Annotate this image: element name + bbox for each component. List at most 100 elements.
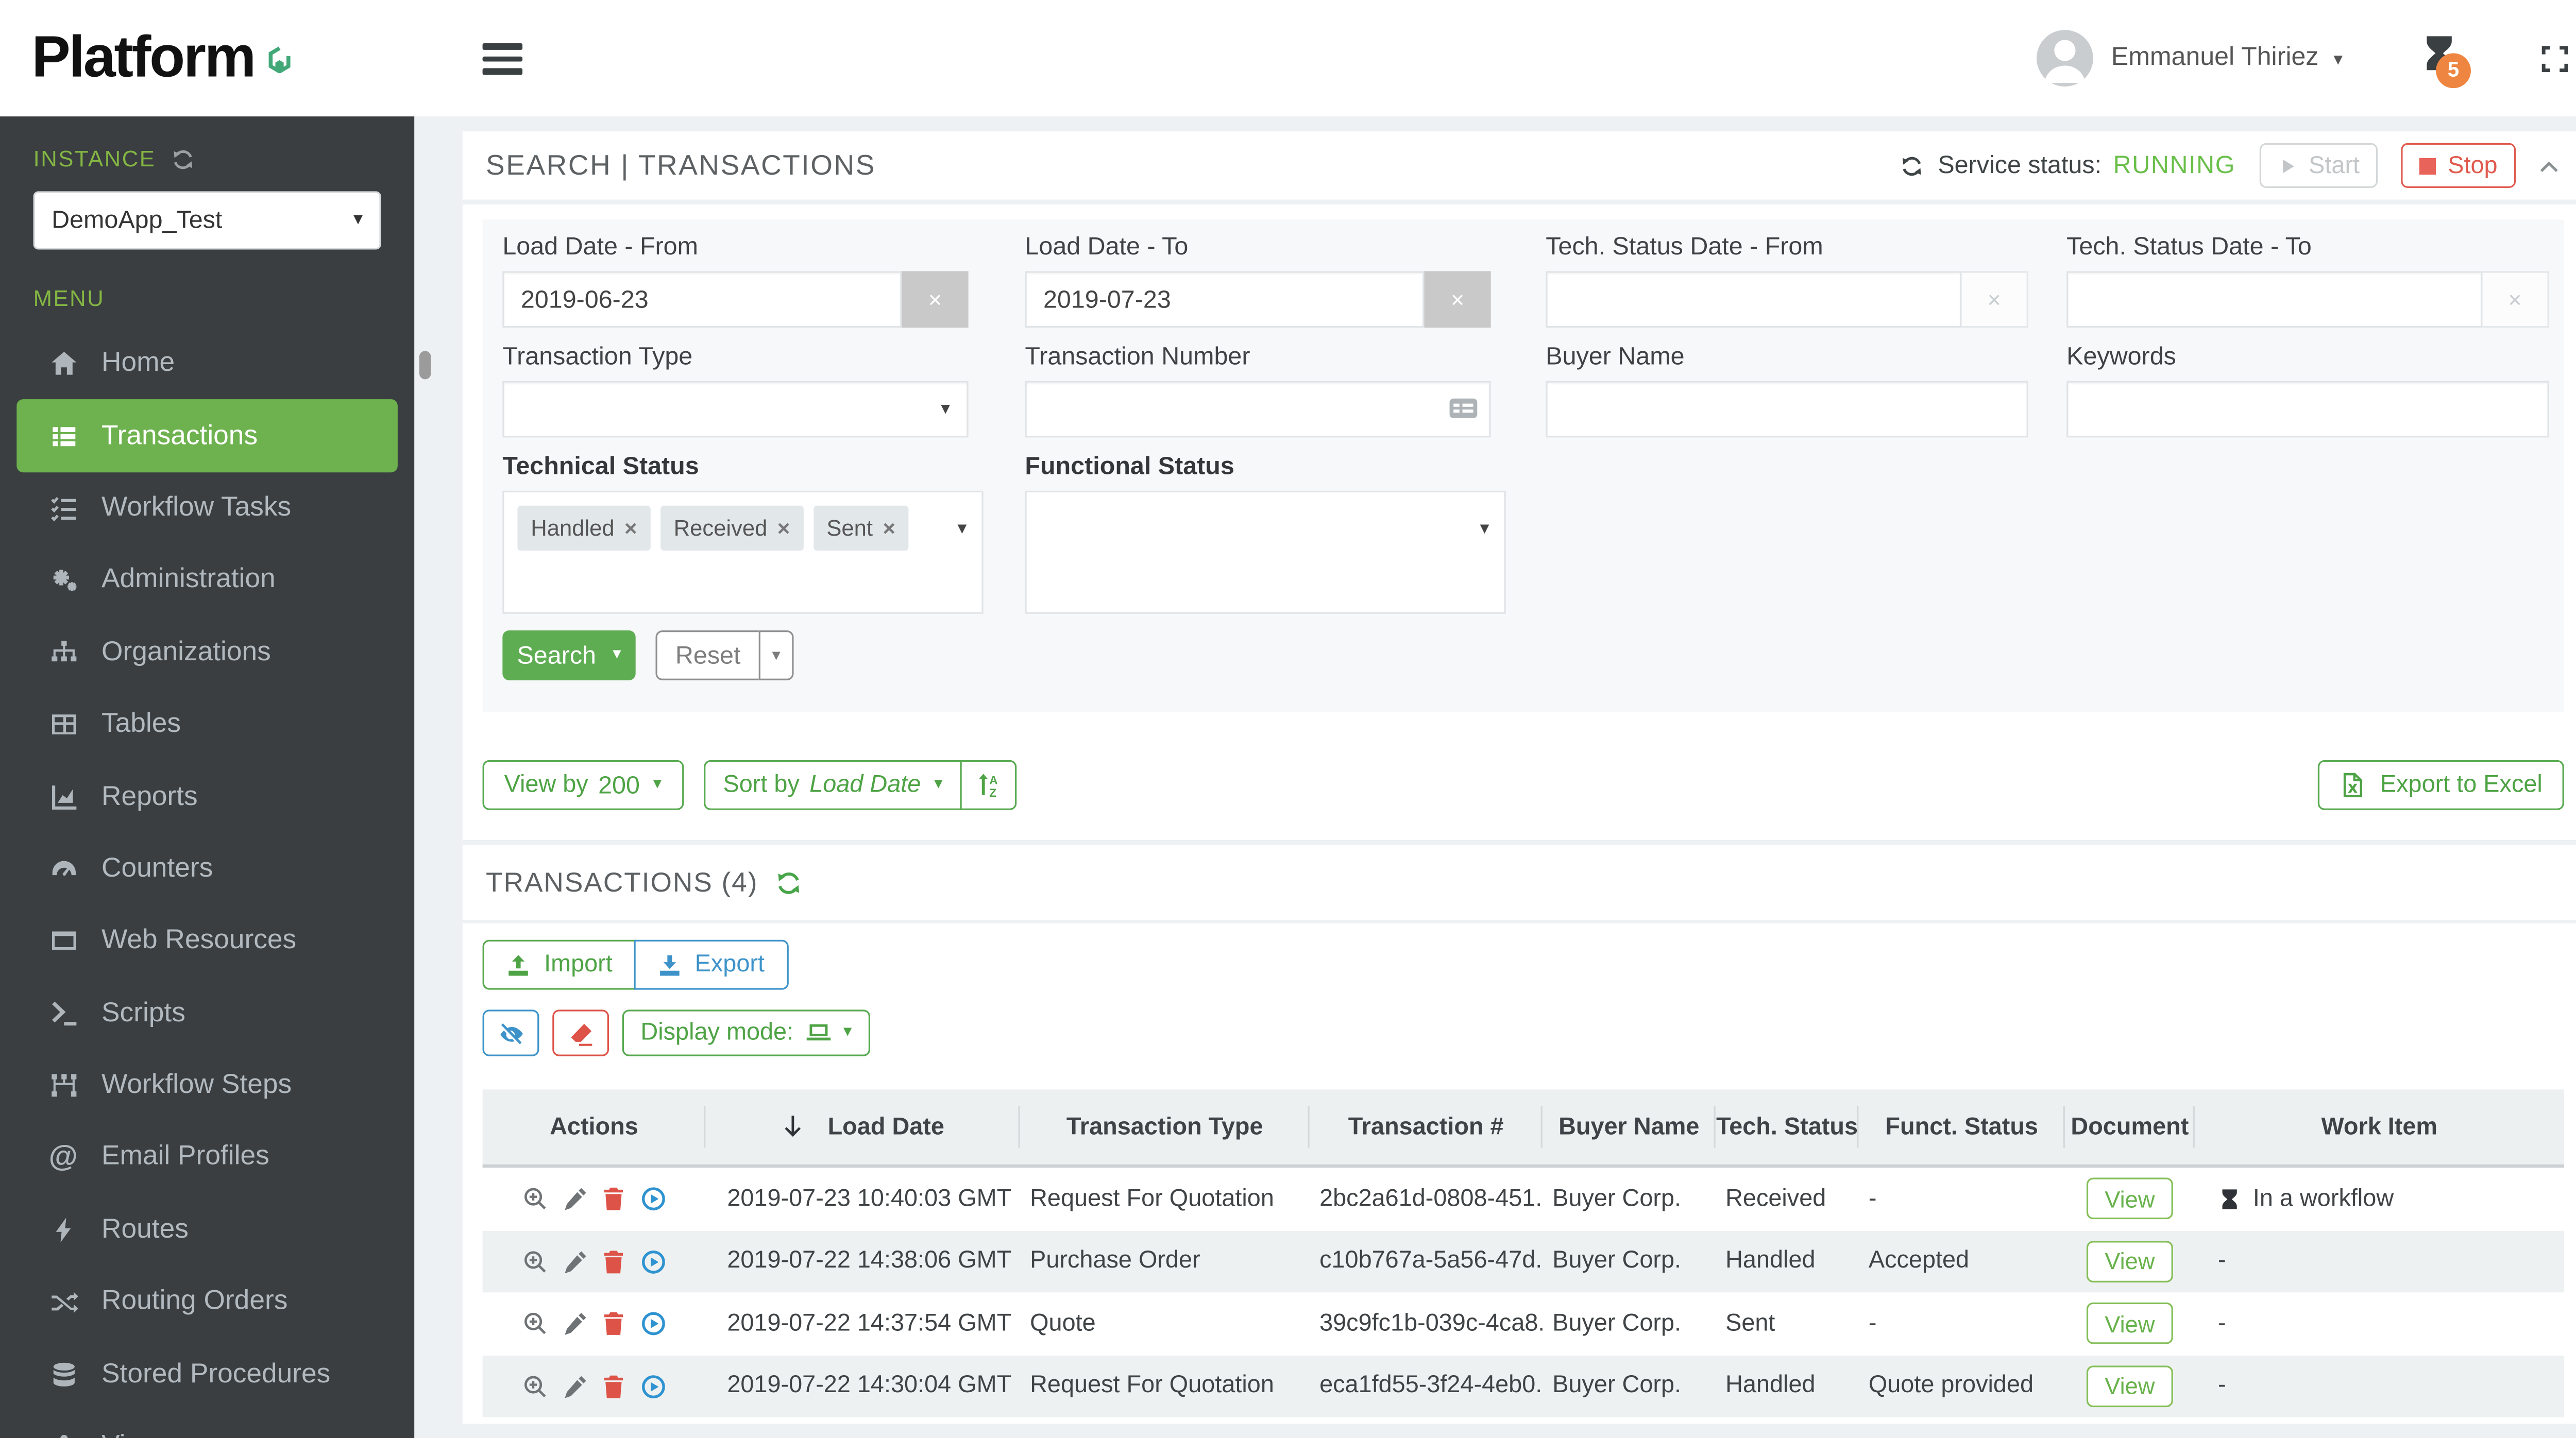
remove-tag-icon[interactable]: × — [624, 516, 637, 540]
sidebar-item-scripts[interactable]: Scripts — [0, 977, 414, 1049]
user-name[interactable]: Emmanuel Thiriez — [2111, 43, 2318, 73]
edit-icon[interactable] — [562, 1311, 587, 1337]
column-header-actions[interactable]: Actions — [483, 1089, 706, 1164]
refresh-results-icon[interactable] — [775, 870, 802, 897]
sort-by-button[interactable]: Sort by Load Date ▾ — [703, 760, 961, 810]
delete-icon[interactable] — [601, 1186, 626, 1212]
view-by-button[interactable]: View by 200 ▾ — [482, 760, 683, 810]
sidebar-item-home[interactable]: Home — [0, 328, 414, 400]
sidebar-item-transactions[interactable]: Transactions — [16, 400, 398, 472]
clear-button[interactable] — [552, 1009, 609, 1056]
run-icon[interactable] — [640, 1311, 666, 1337]
delete-icon[interactable] — [601, 1311, 626, 1337]
export-to-excel-button[interactable]: Export to Excel — [2318, 760, 2564, 810]
transaction-type-select[interactable]: ▾ — [502, 381, 969, 438]
pending-tasks-button[interactable]: 5 — [2419, 32, 2471, 88]
search-button[interactable]: Search ▾ — [502, 630, 636, 680]
view-details-icon[interactable] — [522, 1248, 548, 1274]
functional-status-field: Functional Status ▾ — [1025, 452, 1506, 614]
stop-service-button[interactable]: Stop — [2401, 143, 2516, 188]
delete-icon[interactable] — [601, 1248, 626, 1274]
instance-refresh-icon[interactable] — [171, 147, 194, 170]
sidebar-item-routing-orders[interactable]: Routing Orders — [0, 1266, 414, 1338]
edit-icon[interactable] — [562, 1373, 587, 1399]
sidebar-item-email-profiles[interactable]: @ Email Profiles — [0, 1122, 414, 1194]
view-document-button[interactable]: View — [2086, 1365, 2173, 1407]
transaction-number-list-icon[interactable] — [1448, 392, 1479, 424]
column-header-transaction-[interactable]: Transaction # — [1310, 1089, 1543, 1164]
menu-label: MENU — [33, 286, 105, 311]
sidebar-item-organizations[interactable]: Organizations — [0, 617, 414, 689]
transaction-type-caret-icon: ▾ — [941, 398, 951, 419]
sidebar-item-stored-procedures[interactable]: Stored Procedures — [0, 1338, 414, 1410]
fullscreen-icon[interactable] — [2539, 42, 2570, 74]
column-header-work-item[interactable]: Work Item — [2195, 1089, 2564, 1164]
sidebar-item-administration[interactable]: Administration — [0, 544, 414, 617]
tech-status-date-to-input[interactable] — [2066, 271, 2483, 328]
view-document-button[interactable]: View — [2086, 1178, 2173, 1220]
cell-work-item: In a workflow — [2195, 1186, 2564, 1212]
edit-icon[interactable] — [562, 1186, 587, 1212]
remove-tag-icon[interactable]: × — [883, 516, 895, 540]
import-button[interactable]: Import — [482, 939, 636, 990]
export-button[interactable]: Export — [633, 939, 788, 990]
sidebar-item-workflow-steps[interactable]: Workflow Steps — [0, 1050, 414, 1122]
service-refresh-icon[interactable] — [1900, 154, 1923, 177]
tech-status-date-from-input[interactable] — [1546, 271, 1962, 328]
user-menu-caret-icon[interactable]: ▾ — [2333, 47, 2343, 69]
view-document-button[interactable]: View — [2086, 1240, 2173, 1282]
excel-file-icon — [2340, 772, 2367, 799]
technical-status-select[interactable]: Handled × Received × Sent × ▾ — [502, 490, 984, 614]
run-icon[interactable] — [640, 1186, 666, 1212]
reset-button[interactable]: Reset — [655, 630, 759, 680]
functional-status-select[interactable]: ▾ — [1025, 490, 1506, 614]
instance-select[interactable]: DemoApp_Test ▾ — [33, 191, 381, 250]
column-header-document[interactable]: Document — [2065, 1089, 2195, 1164]
column-header-funct-status[interactable]: Funct. Status — [1858, 1089, 2065, 1164]
tech-status-date-to-clear-button[interactable]: × — [2482, 271, 2549, 328]
run-icon[interactable] — [640, 1248, 666, 1274]
sidebar-item-workflow-tasks[interactable]: Workflow Tasks — [0, 472, 414, 544]
cell-transaction-type: Quote — [1030, 1310, 1096, 1337]
sidebar-item-routes[interactable]: Routes — [0, 1194, 414, 1266]
sort-alpha-icon: AZ — [976, 772, 1003, 798]
sidebar-item-tables[interactable]: Tables — [0, 689, 414, 761]
collapse-panel-icon[interactable] — [2537, 154, 2561, 177]
delete-icon[interactable] — [601, 1373, 626, 1399]
column-header-load-date[interactable]: Load Date — [705, 1089, 1020, 1164]
load-date-to-input[interactable] — [1025, 271, 1425, 328]
load-date-to-clear-button[interactable]: × — [1424, 271, 1491, 328]
sort-direction-button[interactable]: AZ — [960, 760, 1018, 810]
display-mode-button[interactable]: Display mode: ▾ — [622, 1009, 870, 1056]
column-header-buyer-name[interactable]: Buyer Name — [1543, 1089, 1716, 1164]
sidebar-item-reports[interactable]: Reports — [0, 761, 414, 833]
load-date-from-clear-button[interactable]: × — [902, 271, 969, 328]
load-date-from-input[interactable] — [502, 271, 902, 328]
sidebar-item-views[interactable]: Views — [0, 1410, 414, 1438]
tables-icon — [43, 710, 83, 739]
buyer-name-input[interactable] — [1546, 381, 2028, 438]
column-header-transaction-type[interactable]: Transaction Type — [1020, 1089, 1310, 1164]
tech-status-date-from-clear-button[interactable]: × — [1961, 271, 2028, 328]
view-details-icon[interactable] — [522, 1311, 548, 1337]
sidebar-toggle-button[interactable] — [482, 43, 523, 75]
sidebar-item-counters[interactable]: Counters — [0, 833, 414, 905]
service-status-label: Service status: — [1938, 151, 2102, 180]
functional-status-caret-icon: ▾ — [1480, 519, 1489, 539]
sidebar-item-web-resources[interactable]: Web Resources — [0, 905, 414, 977]
start-service-button[interactable]: Start — [2259, 143, 2378, 188]
transaction-number-input[interactable] — [1025, 381, 1491, 438]
reset-options-button[interactable]: ▾ — [758, 630, 794, 680]
view-document-button[interactable]: View — [2086, 1303, 2173, 1345]
column-header-tech-status[interactable]: Tech. Status — [1716, 1089, 1859, 1164]
sidebar-item-label: Home — [101, 348, 175, 378]
keywords-input[interactable] — [2066, 381, 2549, 438]
toggle-visibility-button[interactable] — [482, 1009, 539, 1056]
sidebar-scrollbar-thumb[interactable] — [419, 351, 431, 380]
view-details-icon[interactable] — [522, 1373, 548, 1399]
remove-tag-icon[interactable]: × — [777, 516, 790, 540]
view-details-icon[interactable] — [522, 1186, 548, 1212]
avatar[interactable] — [2036, 30, 2093, 87]
edit-icon[interactable] — [562, 1248, 587, 1274]
run-icon[interactable] — [640, 1373, 666, 1399]
